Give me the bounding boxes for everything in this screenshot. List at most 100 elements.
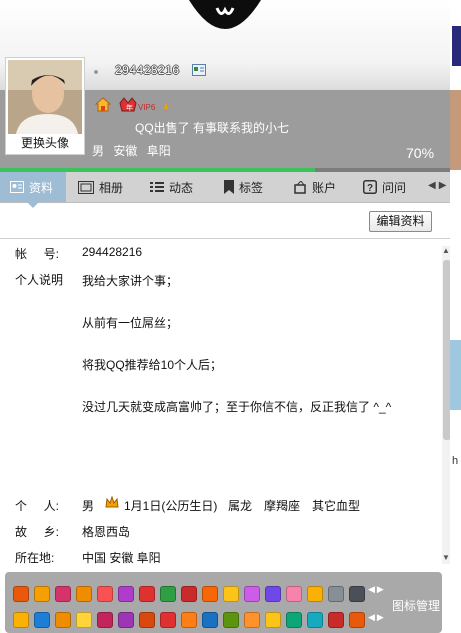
avatar[interactable] [8,60,82,134]
personal-signature: QQ出售了 有事联系我的小七 [135,121,290,135]
orange-badge-icon[interactable] [244,612,260,628]
business-card-icon[interactable] [192,64,206,76]
photo-album-icon [78,180,94,194]
tab-ask[interactable]: ? 问问 [363,172,406,202]
gender-text: 男 [92,144,105,158]
wallet-icon [294,180,306,194]
lips-decoration-icon [189,0,261,29]
tab-album-label: 相册 [99,180,124,195]
profile-tab-bar: 资料 相册 动态 标签 账户 ? 问问 ◀▶ [0,172,450,203]
zodiac-value: 属龙 [228,499,253,513]
tab-feed-label: 动态 [169,180,194,195]
province-text: 安徽 [113,144,138,158]
yellow-badge-icon[interactable] [307,586,323,602]
hometown-value: 格恩西岛 [82,525,131,539]
tab-profile[interactable]: 资料 [0,172,66,202]
section-divider [0,238,450,239]
tab-ask-label: 问问 [382,180,407,195]
pink-heart-badge-icon[interactable] [286,586,302,602]
city-text: 阜阳 [146,144,171,158]
active-tab-caret [27,202,39,208]
profile-completion-percent: 70% [406,145,435,161]
tab-account[interactable]: 账户 [293,172,336,202]
icon-manage-button[interactable]: 图标管理 [392,597,440,614]
location-value: 中国 安徽 阜阳 [82,551,161,565]
svg-text:年: 年 [126,103,133,112]
feed-list-icon [150,182,164,192]
change-avatar-link[interactable]: 更换头像 [8,134,82,152]
red-badge-icon[interactable] [328,612,344,628]
personal-label: 个 人: [15,499,60,513]
red-gem-badge-icon[interactable] [139,586,155,602]
ribbon-badge-icon[interactable] [97,586,113,602]
hometown-label: 故 乡: [15,525,60,539]
bio-line: 我给大家讲个事； [82,274,179,288]
svg-text:?: ? [367,183,373,194]
location-label: 所在地: [15,551,55,565]
pink-gem-badge-icon[interactable] [244,586,260,602]
qq-number: 294428216 [115,63,180,77]
red-card-badge-icon[interactable] [160,612,176,628]
bio-line: 将我QQ推荐给10个人后； [82,358,223,372]
avatar-frame[interactable]: 更换头像 [5,57,85,155]
tab-tags[interactable]: 标签 [224,172,263,202]
gray-gem-badge-icon[interactable] [328,586,344,602]
bookmark-icon [224,180,234,194]
profile-card-icon [10,181,24,193]
game-badge-icon[interactable] [55,612,71,628]
blood-type-value: 其它血型 [312,499,361,513]
bio-label: 个人说明 [15,273,64,287]
qzone-badge-icon[interactable] [34,612,50,628]
tab-profile-label: 资料 [29,180,54,195]
scroll-down-arrow-icon[interactable]: ▼ [442,553,450,562]
cyan-badge-icon[interactable] [307,612,323,628]
scroll-up-arrow-icon[interactable]: ▲ [442,246,450,255]
star-badge-icon[interactable] [13,612,29,628]
tab-tags-label: 标签 [239,180,264,195]
birthday-value: 1月1日(公历生日) [124,499,218,513]
personal-gender: 男 [82,499,95,513]
profile-banner: 更换头像 294428216 年 VIP6 QQ出售了 有事联系我的小七 男 安… [0,0,450,172]
teal-badge-icon[interactable] [286,612,302,628]
question-icon: ? [363,180,377,194]
account-label: 帐 号: [15,247,60,261]
purple-badge-icon[interactable] [265,586,281,602]
vip-level-icon[interactable]: 年 VIP6 [118,97,174,113]
music-badge-icon[interactable] [97,612,113,628]
tab-account-label: 账户 [312,180,337,195]
colorful-badge-icon[interactable] [181,612,197,628]
user-basic-info: 男 安徽 阜阳 [92,142,171,159]
tab-feed[interactable]: 动态 [150,172,193,202]
gold-badge-icon[interactable] [265,612,281,628]
book-badge-icon[interactable] [202,586,218,602]
sport-badge-icon[interactable] [202,612,218,628]
background-window-edge: h [450,0,461,633]
bio-line: 没过几天就变成高富帅了；至于你信不信，反正我信了 ^_^ [82,400,392,414]
badge-row2-arrows[interactable]: ◀▶ [368,612,386,623]
gem-badge-icon[interactable] [118,586,134,602]
grid-badge-icon[interactable] [55,586,71,602]
edit-profile-button[interactable]: 编辑资料 [369,211,432,232]
diamond-badge-icon[interactable] [34,586,50,602]
dark-badge-icon[interactable] [349,586,365,602]
svg-text:VIP6: VIP6 [138,103,156,112]
qzone-home-icon[interactable] [95,97,111,112]
tab-album[interactable]: 相册 [78,172,123,202]
online-status-dot [94,70,98,74]
green-gem-badge-icon[interactable] [160,586,176,602]
pet-badge-icon[interactable] [349,612,365,628]
blue-badge-icon[interactable] [223,612,239,628]
purple-swirl-badge-icon[interactable] [118,612,134,628]
badge-row1-arrows[interactable]: ◀▶ [368,584,386,595]
fire-badge-icon[interactable] [139,612,155,628]
tab-scroll-arrows[interactable]: ◀▶ [428,180,449,191]
bio-line: 从前有一位屌丝； [82,316,179,330]
vip-badge-icon[interactable] [76,586,92,602]
heart-badge-icon[interactable] [13,586,29,602]
heart-red-badge-icon[interactable] [181,586,197,602]
crown-badge-icon[interactable] [223,586,239,602]
account-value: 294428216 [82,245,143,259]
sun-badge-icon[interactable] [76,612,92,628]
constellation-value: 摩羯座 [264,499,301,513]
birthday-crown-icon [105,495,119,508]
